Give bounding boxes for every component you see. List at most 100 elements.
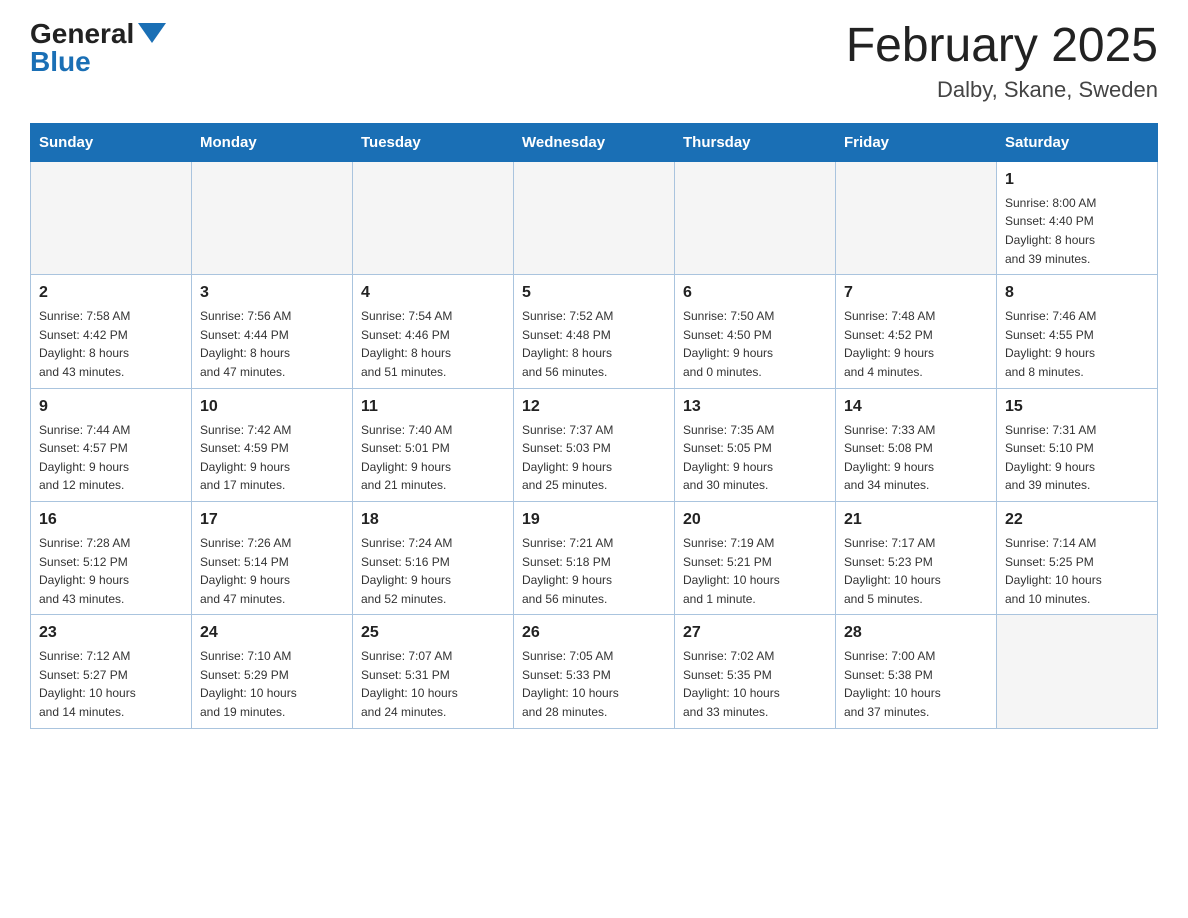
day-number: 13 <box>683 395 827 419</box>
day-info: Sunrise: 8:00 AMSunset: 4:40 PMDaylight:… <box>1005 194 1149 268</box>
title-block: February 2025 Dalby, Skane, Sweden <box>846 20 1158 103</box>
calendar-cell: 12Sunrise: 7:37 AMSunset: 5:03 PMDayligh… <box>514 388 675 501</box>
day-info: Sunrise: 7:00 AMSunset: 5:38 PMDaylight:… <box>844 647 988 721</box>
day-info: Sunrise: 7:31 AMSunset: 5:10 PMDaylight:… <box>1005 421 1149 495</box>
day-header-monday: Monday <box>192 123 353 161</box>
day-info: Sunrise: 7:26 AMSunset: 5:14 PMDaylight:… <box>200 534 344 608</box>
calendar-cell: 6Sunrise: 7:50 AMSunset: 4:50 PMDaylight… <box>675 275 836 388</box>
calendar-week-row: 1Sunrise: 8:00 AMSunset: 4:40 PMDaylight… <box>31 161 1158 274</box>
day-info: Sunrise: 7:28 AMSunset: 5:12 PMDaylight:… <box>39 534 183 608</box>
day-info: Sunrise: 7:58 AMSunset: 4:42 PMDaylight:… <box>39 307 183 381</box>
location-title: Dalby, Skane, Sweden <box>846 77 1158 103</box>
day-header-saturday: Saturday <box>997 123 1158 161</box>
day-number: 28 <box>844 621 988 645</box>
day-number: 1 <box>1005 168 1149 192</box>
calendar-cell: 19Sunrise: 7:21 AMSunset: 5:18 PMDayligh… <box>514 501 675 614</box>
calendar-cell: 2Sunrise: 7:58 AMSunset: 4:42 PMDaylight… <box>31 275 192 388</box>
day-number: 20 <box>683 508 827 532</box>
logo: General Blue <box>30 20 166 76</box>
calendar-cell: 14Sunrise: 7:33 AMSunset: 5:08 PMDayligh… <box>836 388 997 501</box>
day-header-tuesday: Tuesday <box>353 123 514 161</box>
calendar-cell: 24Sunrise: 7:10 AMSunset: 5:29 PMDayligh… <box>192 615 353 728</box>
calendar-cell: 7Sunrise: 7:48 AMSunset: 4:52 PMDaylight… <box>836 275 997 388</box>
calendar-cell: 4Sunrise: 7:54 AMSunset: 4:46 PMDaylight… <box>353 275 514 388</box>
day-header-wednesday: Wednesday <box>514 123 675 161</box>
day-number: 5 <box>522 281 666 305</box>
calendar-cell <box>675 161 836 274</box>
calendar-cell: 8Sunrise: 7:46 AMSunset: 4:55 PMDaylight… <box>997 275 1158 388</box>
day-header-friday: Friday <box>836 123 997 161</box>
day-info: Sunrise: 7:54 AMSunset: 4:46 PMDaylight:… <box>361 307 505 381</box>
calendar-cell: 1Sunrise: 8:00 AMSunset: 4:40 PMDaylight… <box>997 161 1158 274</box>
logo-blue: Blue <box>30 48 91 76</box>
calendar-cell: 13Sunrise: 7:35 AMSunset: 5:05 PMDayligh… <box>675 388 836 501</box>
calendar-cell <box>353 161 514 274</box>
calendar-cell <box>836 161 997 274</box>
logo-triangle-icon <box>138 23 166 43</box>
day-info: Sunrise: 7:44 AMSunset: 4:57 PMDaylight:… <box>39 421 183 495</box>
calendar-cell <box>31 161 192 274</box>
day-number: 11 <box>361 395 505 419</box>
calendar-cell: 27Sunrise: 7:02 AMSunset: 5:35 PMDayligh… <box>675 615 836 728</box>
calendar-cell: 16Sunrise: 7:28 AMSunset: 5:12 PMDayligh… <box>31 501 192 614</box>
calendar-header-row: SundayMondayTuesdayWednesdayThursdayFrid… <box>31 123 1158 161</box>
day-info: Sunrise: 7:10 AMSunset: 5:29 PMDaylight:… <box>200 647 344 721</box>
day-number: 8 <box>1005 281 1149 305</box>
calendar-cell: 5Sunrise: 7:52 AMSunset: 4:48 PMDaylight… <box>514 275 675 388</box>
calendar-cell: 22Sunrise: 7:14 AMSunset: 5:25 PMDayligh… <box>997 501 1158 614</box>
day-info: Sunrise: 7:17 AMSunset: 5:23 PMDaylight:… <box>844 534 988 608</box>
calendar-cell <box>192 161 353 274</box>
day-number: 26 <box>522 621 666 645</box>
day-info: Sunrise: 7:05 AMSunset: 5:33 PMDaylight:… <box>522 647 666 721</box>
day-number: 27 <box>683 621 827 645</box>
day-info: Sunrise: 7:37 AMSunset: 5:03 PMDaylight:… <box>522 421 666 495</box>
day-number: 12 <box>522 395 666 419</box>
day-info: Sunrise: 7:56 AMSunset: 4:44 PMDaylight:… <box>200 307 344 381</box>
day-number: 16 <box>39 508 183 532</box>
day-number: 17 <box>200 508 344 532</box>
day-header-sunday: Sunday <box>31 123 192 161</box>
calendar-cell: 20Sunrise: 7:19 AMSunset: 5:21 PMDayligh… <box>675 501 836 614</box>
calendar-cell: 25Sunrise: 7:07 AMSunset: 5:31 PMDayligh… <box>353 615 514 728</box>
day-info: Sunrise: 7:52 AMSunset: 4:48 PMDaylight:… <box>522 307 666 381</box>
day-info: Sunrise: 7:24 AMSunset: 5:16 PMDaylight:… <box>361 534 505 608</box>
day-number: 21 <box>844 508 988 532</box>
calendar-cell: 17Sunrise: 7:26 AMSunset: 5:14 PMDayligh… <box>192 501 353 614</box>
day-info: Sunrise: 7:46 AMSunset: 4:55 PMDaylight:… <box>1005 307 1149 381</box>
calendar-cell <box>997 615 1158 728</box>
logo-general: General <box>30 20 134 48</box>
day-info: Sunrise: 7:02 AMSunset: 5:35 PMDaylight:… <box>683 647 827 721</box>
calendar-cell: 28Sunrise: 7:00 AMSunset: 5:38 PMDayligh… <box>836 615 997 728</box>
day-number: 7 <box>844 281 988 305</box>
calendar-cell: 15Sunrise: 7:31 AMSunset: 5:10 PMDayligh… <box>997 388 1158 501</box>
day-number: 14 <box>844 395 988 419</box>
day-info: Sunrise: 7:19 AMSunset: 5:21 PMDaylight:… <box>683 534 827 608</box>
day-number: 25 <box>361 621 505 645</box>
day-info: Sunrise: 7:42 AMSunset: 4:59 PMDaylight:… <box>200 421 344 495</box>
day-info: Sunrise: 7:40 AMSunset: 5:01 PMDaylight:… <box>361 421 505 495</box>
calendar-week-row: 16Sunrise: 7:28 AMSunset: 5:12 PMDayligh… <box>31 501 1158 614</box>
day-number: 18 <box>361 508 505 532</box>
calendar-cell <box>514 161 675 274</box>
day-number: 24 <box>200 621 344 645</box>
calendar-cell: 9Sunrise: 7:44 AMSunset: 4:57 PMDaylight… <box>31 388 192 501</box>
day-info: Sunrise: 7:21 AMSunset: 5:18 PMDaylight:… <box>522 534 666 608</box>
day-number: 10 <box>200 395 344 419</box>
calendar-cell: 18Sunrise: 7:24 AMSunset: 5:16 PMDayligh… <box>353 501 514 614</box>
calendar-cell: 10Sunrise: 7:42 AMSunset: 4:59 PMDayligh… <box>192 388 353 501</box>
day-header-thursday: Thursday <box>675 123 836 161</box>
calendar-table: SundayMondayTuesdayWednesdayThursdayFrid… <box>30 123 1158 729</box>
month-title: February 2025 <box>846 20 1158 73</box>
day-number: 4 <box>361 281 505 305</box>
day-info: Sunrise: 7:07 AMSunset: 5:31 PMDaylight:… <box>361 647 505 721</box>
calendar-cell: 26Sunrise: 7:05 AMSunset: 5:33 PMDayligh… <box>514 615 675 728</box>
day-number: 15 <box>1005 395 1149 419</box>
day-info: Sunrise: 7:12 AMSunset: 5:27 PMDaylight:… <box>39 647 183 721</box>
day-number: 2 <box>39 281 183 305</box>
day-number: 9 <box>39 395 183 419</box>
day-number: 22 <box>1005 508 1149 532</box>
day-info: Sunrise: 7:35 AMSunset: 5:05 PMDaylight:… <box>683 421 827 495</box>
calendar-week-row: 9Sunrise: 7:44 AMSunset: 4:57 PMDaylight… <box>31 388 1158 501</box>
calendar-cell: 21Sunrise: 7:17 AMSunset: 5:23 PMDayligh… <box>836 501 997 614</box>
calendar-week-row: 2Sunrise: 7:58 AMSunset: 4:42 PMDaylight… <box>31 275 1158 388</box>
